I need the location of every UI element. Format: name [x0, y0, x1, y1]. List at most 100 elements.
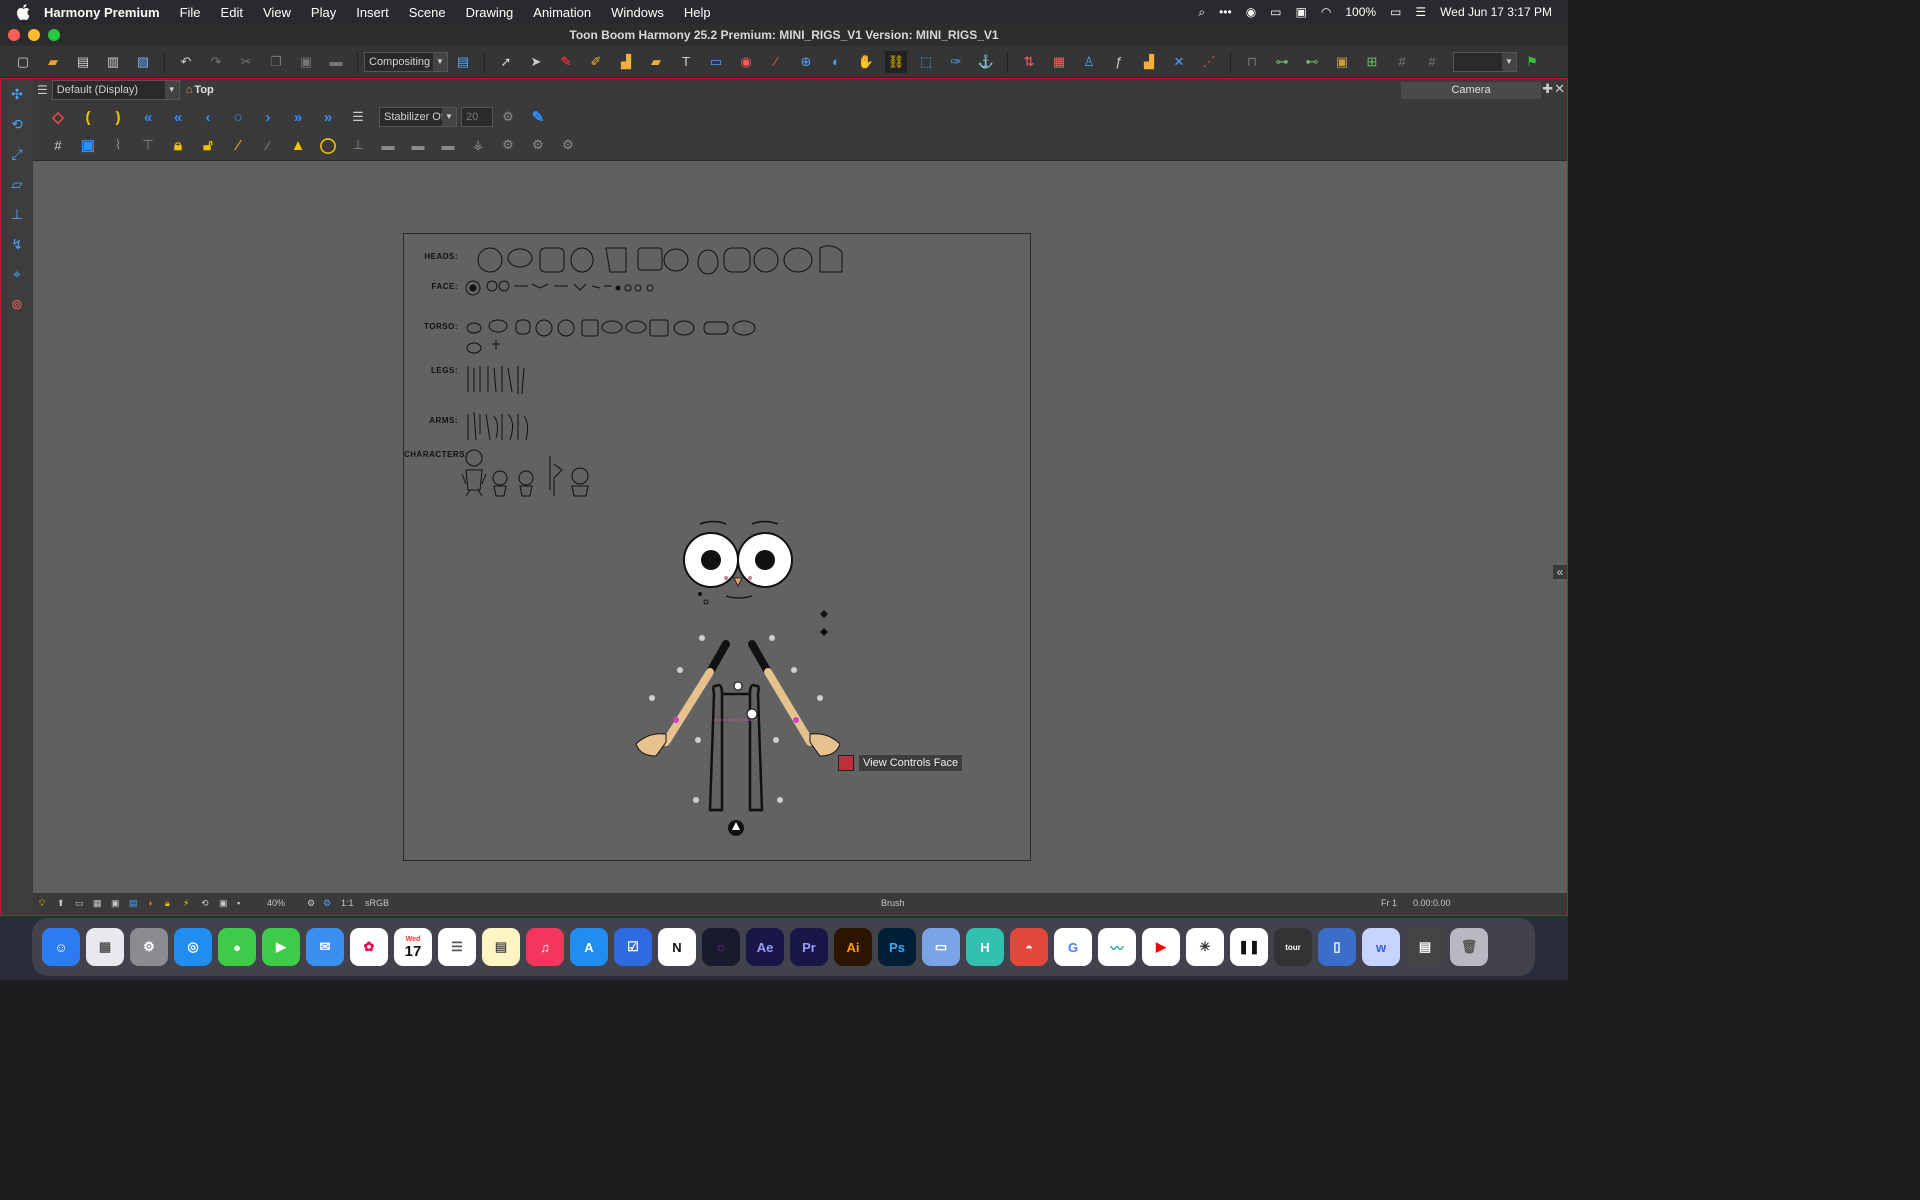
trash-icon[interactable]: 🗑︎ — [1450, 928, 1488, 966]
green-flag-icon[interactable]: ⚑ — [1521, 51, 1543, 73]
dropper-tool-icon[interactable]: ⁄ — [765, 51, 787, 73]
asana-icon[interactable]: ◓ — [1010, 928, 1048, 966]
colour-gear-icon[interactable]: ⚙ — [323, 898, 331, 909]
finder-icon[interactable]: ☺ — [42, 928, 80, 966]
paste-icon[interactable]: ▣ — [295, 51, 317, 73]
bend-icon[interactable]: ↯ — [1, 229, 33, 259]
preview-icon[interactable]: ▣ — [111, 898, 120, 909]
stabilizer-combo[interactable]: Stabilizer Off ▼ — [379, 107, 457, 127]
chart-tool-icon[interactable]: ▟ — [1138, 51, 1160, 73]
pin-icon[interactable]: ⊥ — [1, 199, 33, 229]
layer3-icon[interactable]: ▬ — [433, 133, 463, 157]
first-frame-icon[interactable]: « — [133, 105, 163, 129]
keyboard-icon[interactable]: ▭ — [1270, 5, 1281, 19]
app-store-icon[interactable]: A — [570, 928, 608, 966]
safari-icon[interactable]: ◎ — [174, 928, 212, 966]
save-as-icon[interactable]: ▥ — [102, 51, 124, 73]
stack-icon[interactable]: ⊥ — [343, 133, 373, 157]
bone-tool-icon[interactable]: ⚓ — [975, 51, 997, 73]
flip-v-icon[interactable]: ⊷ — [1301, 51, 1323, 73]
illustrator-icon[interactable]: Ai — [834, 928, 872, 966]
cutter-tool-icon[interactable]: ✑ — [945, 51, 967, 73]
arc-icon[interactable]: ◌ — [702, 928, 740, 966]
new-scene-icon[interactable]: ▢ — [12, 51, 34, 73]
stocks-icon[interactable]: 〰 — [1098, 928, 1136, 966]
menu-windows[interactable]: Windows — [611, 5, 664, 20]
after-effects-icon[interactable]: Ae — [746, 928, 784, 966]
delete-icon[interactable]: ▬ — [325, 51, 347, 73]
torso-library[interactable] — [466, 319, 756, 354]
perplexity-icon[interactable]: ✳ — [1186, 928, 1224, 966]
word-icon[interactable]: w — [1362, 928, 1400, 966]
menu-play[interactable]: Play — [311, 5, 336, 20]
ruler-icon[interactable]: ⁄ — [223, 133, 253, 157]
light-icon[interactable]: 💡︎ — [39, 898, 45, 909]
rotate-icon[interactable]: ⟲ — [1, 109, 33, 139]
colour-space[interactable]: sRGB — [365, 898, 389, 908]
onion-icon[interactable]: ⬆ — [57, 898, 65, 909]
pencil-mode-icon[interactable]: ▲ — [283, 133, 313, 157]
pause-icon[interactable]: ❚❚ — [1230, 928, 1268, 966]
close-view-icon[interactable]: ✕ — [1554, 81, 1565, 97]
menu-edit[interactable]: Edit — [221, 5, 243, 20]
calendar-icon[interactable]: Wed 17 — [394, 928, 432, 966]
things-icon[interactable]: ☑ — [614, 928, 652, 966]
reset-view-icon[interactable]: ⟲ — [201, 898, 209, 909]
extra-combo[interactable]: ▼ — [1453, 51, 1517, 72]
workspace-combo[interactable]: Compositing ▼ — [364, 51, 448, 72]
menu-view[interactable]: View — [263, 5, 291, 20]
pivot-tool-icon[interactable]: ⊕ — [795, 51, 817, 73]
list-icon[interactable]: ☰ — [343, 105, 373, 129]
previous-drawing-icon[interactable]: ( — [73, 105, 103, 129]
select-tool-icon[interactable]: ➚ — [495, 51, 517, 73]
settings-gear-icon[interactable]: ⚙ — [493, 105, 523, 129]
monitor-icon[interactable]: ▤ — [1406, 928, 1444, 966]
open-icon[interactable]: ▰ — [42, 51, 64, 73]
grid-icon[interactable]: # — [43, 133, 73, 157]
rewind-icon[interactable]: « — [163, 105, 193, 129]
onion-skin-icon[interactable]: ◇ — [43, 105, 73, 129]
fast-forward-icon[interactable]: » — [283, 105, 313, 129]
google-icon[interactable]: G — [1054, 928, 1092, 966]
scale-icon[interactable]: ⤢ — [1, 139, 33, 169]
deformation-icon[interactable]: ⇅ — [1018, 51, 1040, 73]
bbox-center-icon[interactable]: ⊞ — [1361, 51, 1383, 73]
bbox-icon[interactable]: ▣ — [1331, 51, 1353, 73]
menu-drawing[interactable]: Drawing — [466, 5, 514, 20]
copy-icon[interactable]: ❐ — [265, 51, 287, 73]
mail-icon[interactable]: ✉ — [306, 928, 344, 966]
transform-tool-icon[interactable]: ⬚ — [915, 51, 937, 73]
arms-library[interactable] — [467, 411, 529, 441]
face-library[interactable] — [465, 280, 654, 296]
preview-icon[interactable]: ▭ — [922, 928, 960, 966]
next-frame-icon[interactable]: › — [253, 105, 283, 129]
files-icon[interactable]: ▯ — [1318, 928, 1356, 966]
face-control-swatch[interactable] — [838, 755, 854, 771]
light-table-icon[interactable]: ⌇ — [103, 133, 133, 157]
view-controls-tooltip[interactable]: View Controls Face — [838, 754, 964, 772]
menu-app-name[interactable]: Harmony Premium — [44, 5, 160, 20]
stamp-tool-icon[interactable]: ▟ — [615, 51, 637, 73]
collapse-panel-icon[interactable]: « — [1553, 565, 1567, 579]
menu-help[interactable]: Help — [684, 5, 711, 20]
brush-tool-icon[interactable]: ✎ — [555, 51, 577, 73]
menu-insert[interactable]: Insert — [356, 5, 389, 20]
stabilizer-value-field[interactable]: 20 — [461, 107, 493, 127]
camera-viewport[interactable]: HEADS: FACE: TORSO: LEGS: ARMS: CHARACTE… — [33, 161, 1567, 893]
menu-animation[interactable]: Animation — [533, 5, 591, 20]
eraser-tool-icon[interactable]: ▰ — [645, 51, 667, 73]
current-frame-icon[interactable]: ○ — [223, 105, 253, 129]
gear-status-icon[interactable]: ⚙ — [307, 898, 315, 909]
grid-deform-icon[interactable]: ▦ — [1048, 51, 1070, 73]
cut-icon[interactable]: ✂ — [235, 51, 257, 73]
paint-tool-icon[interactable]: ◉ — [735, 51, 757, 73]
harmony-dock-icon[interactable]: H — [966, 928, 1004, 966]
next-drawing-icon[interactable]: ) — [103, 105, 133, 129]
tourbox-icon[interactable]: tour — [1274, 928, 1312, 966]
align-icon[interactable]: ⊓ — [1241, 51, 1263, 73]
lock-status-icon[interactable]: 🔒︎ — [165, 898, 170, 909]
home-icon[interactable]: ⌂ — [186, 84, 193, 96]
nodes-icon[interactable]: ⚙ — [493, 133, 523, 157]
canvas-icon[interactable]: ▤ — [129, 898, 138, 909]
rig-character[interactable] — [635, 520, 841, 837]
